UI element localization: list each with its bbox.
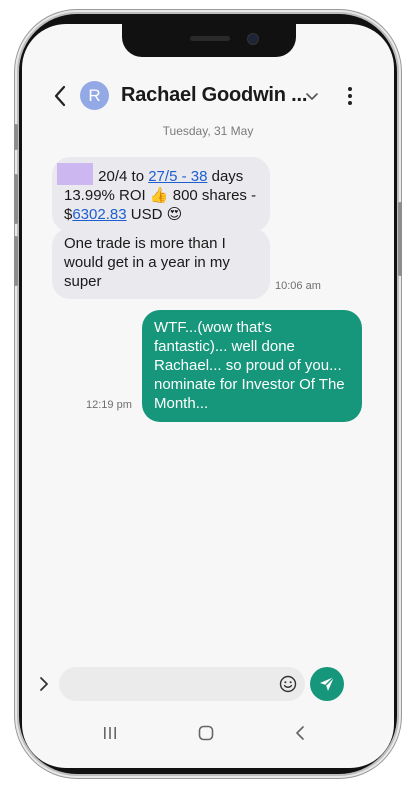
more-options-button[interactable] — [340, 82, 360, 110]
avatar-letter: R — [88, 85, 101, 105]
notch — [122, 24, 296, 57]
send-icon — [320, 676, 335, 691]
amount-link[interactable]: 6302.83 — [72, 206, 126, 223]
message-text: 20/4 to — [94, 168, 149, 185]
message-text: WTF...(wow that's fantastic)... well don… — [154, 319, 345, 412]
expand-contact-button[interactable] — [300, 84, 324, 108]
volume-down-button — [14, 236, 18, 286]
expand-attachments-button[interactable] — [32, 670, 56, 698]
back-button[interactable] — [46, 82, 74, 110]
nav-back-icon — [296, 726, 304, 740]
recents-icon — [104, 727, 116, 739]
chevron-right-icon — [40, 677, 48, 691]
date-separator: Tuesday, 31 May — [162, 124, 254, 138]
messages-screen: R Rachael Goodwin ... Tuesday, 31 May 20… — [22, 24, 394, 768]
message-text: days — [207, 168, 244, 185]
recents-button[interactable] — [96, 720, 124, 746]
volume-up-button — [14, 174, 18, 224]
home-icon — [198, 725, 214, 741]
message-text: One trade is more than I would get in a … — [64, 235, 230, 290]
conversation-header: R Rachael Goodwin ... — [22, 76, 394, 116]
message-bubble-incoming[interactable]: One trade is more than I would get in a … — [52, 228, 270, 299]
redacted-block — [57, 163, 93, 185]
message-composer — [22, 662, 394, 706]
home-button[interactable] — [192, 720, 220, 746]
power-button — [398, 202, 402, 276]
message-bubble-outgoing[interactable]: WTF...(wow that's fantastic)... well don… — [142, 310, 362, 422]
chevron-down-icon — [306, 92, 318, 100]
message-timestamp: 10:06 am — [275, 280, 321, 292]
date-link[interactable]: 27/5 - 38 — [148, 168, 207, 185]
earpiece-speaker — [190, 36, 230, 41]
message-timestamp: 12:19 pm — [86, 399, 132, 411]
chevron-left-icon — [54, 85, 66, 107]
mute-switch — [14, 124, 18, 150]
emoji-icon — [279, 675, 297, 693]
message-bubble-incoming[interactable]: 20/4 to 27/5 - 38 days 13.99% ROI 👍 800 … — [52, 157, 270, 232]
avatar[interactable]: R — [80, 81, 109, 110]
front-camera — [248, 34, 258, 44]
more-vertical-icon — [348, 87, 352, 105]
emoji-button[interactable] — [277, 673, 299, 695]
message-text: 13.99% ROI 👍 800 shares - — [64, 187, 257, 204]
message-input[interactable] — [59, 667, 305, 701]
send-button[interactable] — [310, 667, 344, 701]
contact-name[interactable]: Rachael Goodwin ... — [121, 84, 307, 107]
message-text: USD 😍 — [126, 206, 183, 223]
nav-back-button[interactable] — [286, 720, 314, 746]
system-navigation-bar — [22, 716, 394, 750]
